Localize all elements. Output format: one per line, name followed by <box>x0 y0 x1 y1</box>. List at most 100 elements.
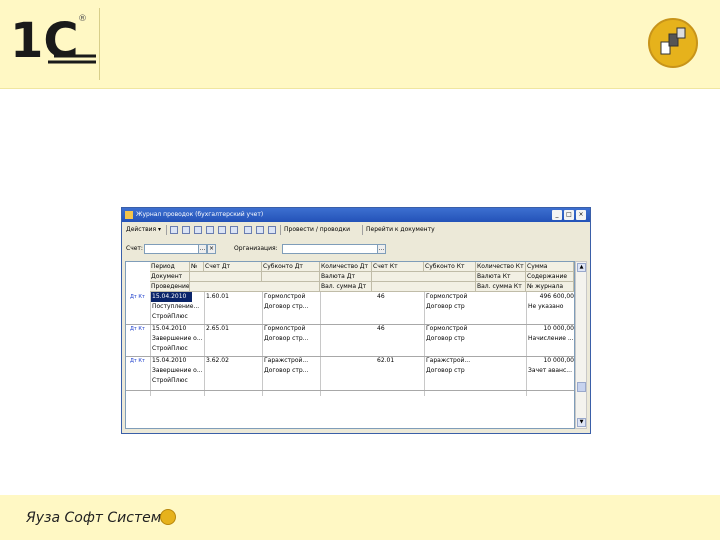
row-2-operation[interactable]: СтройПлюс <box>151 344 204 354</box>
refresh-icon[interactable] <box>256 226 264 234</box>
toolbar: Действия ▾ Провести / проводки Перейти к… <box>122 223 590 237</box>
row-3-subconto-2[interactable]: Договор стр... <box>263 366 320 376</box>
header-divider <box>99 8 100 80</box>
org-filter-label: Организация: <box>234 245 278 252</box>
row-3-organization[interactable]: СтройПлюс <box>151 376 204 386</box>
window-app-icon <box>125 211 133 219</box>
account-clear-button[interactable]: × <box>207 244 216 254</box>
col-subconto-dt[interactable]: Субконто Дт <box>262 262 320 272</box>
row-3-credit[interactable]: 62.01 <box>376 356 423 366</box>
posting-row-icon: Дт Кт <box>130 294 145 300</box>
org-filter-input[interactable] <box>282 244 386 254</box>
col-debit[interactable]: Счет Дт <box>204 262 262 272</box>
account-filter-checkbox-label: Счет: <box>126 245 143 252</box>
row-3-sum[interactable]: 10 000,00 <box>527 356 574 366</box>
account-filter-input[interactable] <box>144 244 206 254</box>
col-blank <box>262 272 320 282</box>
registered-mark: ® <box>78 14 87 24</box>
row-1-content[interactable]: Не указано <box>527 302 574 312</box>
row-3-document[interactable]: Завершение о... <box>151 366 204 376</box>
row-1-subconto-1[interactable]: Гормолстрой <box>263 292 320 302</box>
column-divider <box>204 292 205 396</box>
window-titlebar[interactable]: Журнал проводок (бухгалтерский учет) _ □… <box>122 208 590 222</box>
close-button[interactable]: × <box>576 210 586 220</box>
row-1-credit[interactable]: 46 <box>376 292 423 302</box>
column-divider <box>320 292 321 396</box>
col-subconto-kt[interactable]: Субконто Кт <box>424 262 476 272</box>
col-blank <box>190 282 320 292</box>
col-qty-dt[interactable]: Количество Дт <box>320 262 372 272</box>
col-sum[interactable]: Сумма <box>526 262 574 272</box>
row-3-period[interactable]: 15.04.2010 <box>151 356 204 366</box>
col-operation[interactable]: Проведение <box>150 282 190 292</box>
row-1-sum[interactable]: 496 600,00 <box>527 292 574 302</box>
postings-button[interactable]: Провести / проводки <box>284 225 350 235</box>
col-num[interactable]: № <box>190 262 204 272</box>
toolbar-separator <box>280 225 281 235</box>
add-icon[interactable] <box>170 226 178 234</box>
row-2-subconto-kt-2[interactable]: Договор стр <box>425 334 476 344</box>
row-2-content[interactable]: Начисление ... <box>527 334 574 344</box>
header-band <box>0 0 720 89</box>
org-select-button[interactable]: ... <box>377 244 386 254</box>
col-cur-sum-kt[interactable]: Вал. сумма Кт <box>476 282 526 292</box>
row-1-subconto-kt-1[interactable]: Гормолстрой <box>425 292 476 302</box>
row-1-period[interactable]: 15.04.2010 <box>151 292 192 302</box>
col-content[interactable]: Содержание <box>526 272 574 282</box>
col-nu[interactable]: № журнала <box>526 282 574 292</box>
company-name: Яуза Софт Системз <box>26 510 169 526</box>
col-blank <box>372 272 476 282</box>
row-2-document[interactable]: Завершение о... <box>151 334 204 344</box>
journal-window: Журнал проводок (бухгалтерский учет) _ □… <box>121 207 591 434</box>
company-logo-icon <box>160 509 176 525</box>
copy-icon[interactable] <box>182 226 190 234</box>
maximize-button[interactable]: □ <box>564 210 574 220</box>
row-2-subconto-kt-1[interactable]: Гормолстрой <box>425 324 476 334</box>
sort-icon[interactable] <box>244 226 252 234</box>
row-3-subconto-1[interactable]: Гаражстрой... <box>263 356 320 366</box>
row-3-content[interactable]: Зачет аванс... <box>527 366 574 376</box>
yauza-logo-icon <box>648 18 698 68</box>
edit-icon[interactable] <box>194 226 202 234</box>
delete-icon[interactable] <box>206 226 214 234</box>
toolbar-separator <box>362 225 363 235</box>
help-icon[interactable] <box>268 226 276 234</box>
row-1-document[interactable]: Поступление... <box>151 302 204 312</box>
scroll-up-button[interactable]: ▲ <box>577 263 586 272</box>
minimize-button[interactable]: _ <box>552 210 562 220</box>
col-currency-dt[interactable]: Валюта Дт <box>320 272 372 282</box>
actions-menu[interactable]: Действия ▾ <box>126 225 161 235</box>
go-to-document-button[interactable]: Перейти к документу <box>366 225 435 235</box>
row-2-credit[interactable]: 46 <box>376 324 423 334</box>
account-select-button[interactable]: ... <box>198 244 207 254</box>
row-2-subconto-1[interactable]: Гормолстрой <box>263 324 320 334</box>
row-1-subconto-2[interactable]: Договор стр... <box>263 302 320 312</box>
row-2-sum[interactable]: 10 000,00 <box>527 324 574 334</box>
col-credit[interactable]: Счет Кт <box>372 262 424 272</box>
row-2-subconto-2[interactable]: Договор стр... <box>263 334 320 344</box>
scroll-thumb[interactable] <box>577 382 586 392</box>
filter-icon[interactable] <box>218 226 226 234</box>
postings-table[interactable]: Период № Счет Дт Субконто Дт Количество … <box>125 261 575 429</box>
row-3-debit[interactable]: 3.62.02 <box>205 356 262 366</box>
row-3-subconto-kt-2[interactable]: Договор стр <box>425 366 476 376</box>
posting-row-icon: Дт Кт <box>130 358 145 364</box>
row-divider <box>126 390 574 391</box>
row-2-period[interactable]: 15.04.2010 <box>151 324 204 334</box>
scroll-down-button[interactable]: ▼ <box>577 418 586 427</box>
toolbar-separator <box>166 225 167 235</box>
filter-bar: Счет: ... × Организация: ... <box>122 241 590 257</box>
col-cur-sum-dt[interactable]: Вал. сумма Дт <box>320 282 372 292</box>
row-1-debit[interactable]: 1.60.01 <box>205 292 262 302</box>
row-1-subconto-kt-2[interactable]: Договор стр <box>425 302 476 312</box>
row-3-subconto-kt-1[interactable]: Гаражстрой... <box>425 356 476 366</box>
col-currency-kt[interactable]: Валюта Кт <box>476 272 526 282</box>
col-document[interactable]: Документ <box>150 272 190 282</box>
filter-off-icon[interactable] <box>230 226 238 234</box>
col-qty-kt[interactable]: Количество Кт <box>476 262 526 272</box>
col-period[interactable]: Период <box>150 262 190 272</box>
logo-swoosh-icon <box>48 54 96 64</box>
table-scrollbar[interactable]: ▲ ▼ <box>575 261 587 429</box>
row-1-organization[interactable]: СтройПлюс <box>151 312 204 322</box>
row-2-debit[interactable]: 2.65.01 <box>205 324 262 334</box>
